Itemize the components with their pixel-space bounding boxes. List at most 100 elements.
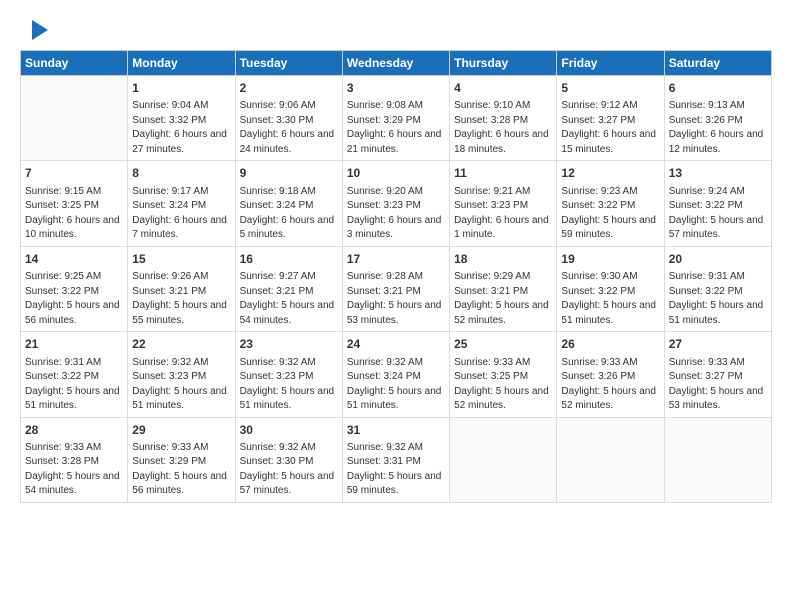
sunset: Sunset: 3:29 PM bbox=[132, 456, 206, 467]
daylight: Daylight: 5 hours and 54 minutes. bbox=[25, 471, 120, 497]
day-number: 28 bbox=[25, 422, 123, 439]
daylight: Daylight: 6 hours and 18 minutes. bbox=[454, 129, 549, 155]
sunrise: Sunrise: 9:24 AM bbox=[669, 186, 745, 197]
daylight: Daylight: 5 hours and 51 minutes. bbox=[240, 386, 335, 412]
day-number: 24 bbox=[347, 336, 445, 353]
week-row-4: 21Sunrise: 9:31 AMSunset: 3:22 PMDayligh… bbox=[21, 332, 772, 417]
calendar-cell: 15Sunrise: 9:26 AMSunset: 3:21 PMDayligh… bbox=[128, 246, 235, 331]
day-number: 7 bbox=[25, 165, 123, 182]
daylight: Daylight: 5 hours and 51 minutes. bbox=[669, 300, 764, 326]
daylight: Daylight: 5 hours and 52 minutes. bbox=[561, 386, 656, 412]
sunset: Sunset: 3:28 PM bbox=[454, 115, 528, 126]
daylight: Daylight: 5 hours and 55 minutes. bbox=[132, 300, 227, 326]
day-number: 21 bbox=[25, 336, 123, 353]
sunrise: Sunrise: 9:26 AM bbox=[132, 271, 208, 282]
header-row: SundayMondayTuesdayWednesdayThursdayFrid… bbox=[21, 51, 772, 76]
sunset: Sunset: 3:25 PM bbox=[25, 200, 99, 211]
daylight: Daylight: 6 hours and 24 minutes. bbox=[240, 129, 335, 155]
day-number: 22 bbox=[132, 336, 230, 353]
calendar-cell: 1Sunrise: 9:04 AMSunset: 3:32 PMDaylight… bbox=[128, 76, 235, 161]
calendar-header: SundayMondayTuesdayWednesdayThursdayFrid… bbox=[21, 51, 772, 76]
calendar-cell: 27Sunrise: 9:33 AMSunset: 3:27 PMDayligh… bbox=[664, 332, 771, 417]
sunrise: Sunrise: 9:04 AM bbox=[132, 100, 208, 111]
sunset: Sunset: 3:30 PM bbox=[240, 456, 314, 467]
daylight: Daylight: 6 hours and 21 minutes. bbox=[347, 129, 442, 155]
day-number: 9 bbox=[240, 165, 338, 182]
daylight: Daylight: 6 hours and 3 minutes. bbox=[347, 215, 442, 241]
header-cell-wednesday: Wednesday bbox=[342, 51, 449, 76]
day-number: 16 bbox=[240, 251, 338, 268]
sunrise: Sunrise: 9:10 AM bbox=[454, 100, 530, 111]
sunrise: Sunrise: 9:28 AM bbox=[347, 271, 423, 282]
calendar-cell: 12Sunrise: 9:23 AMSunset: 3:22 PMDayligh… bbox=[557, 161, 664, 246]
daylight: Daylight: 5 hours and 51 minutes. bbox=[132, 386, 227, 412]
sunrise: Sunrise: 9:32 AM bbox=[347, 442, 423, 453]
sunrise: Sunrise: 9:25 AM bbox=[25, 271, 101, 282]
week-row-5: 28 Sunrise: 9:33 AM Sunset: 3:28 PM Dayligh… bbox=[21, 417, 772, 502]
calendar-cell bbox=[450, 417, 557, 502]
sunset: Sunset: 3:22 PM bbox=[669, 286, 743, 297]
day-number: 23 bbox=[240, 336, 338, 353]
sunrise: Sunrise: 9:33 AM bbox=[25, 442, 101, 453]
calendar-cell: 26Sunrise: 9:33 AMSunset: 3:26 PMDayligh… bbox=[557, 332, 664, 417]
sunset: Sunset: 3:22 PM bbox=[25, 286, 99, 297]
sunrise: Sunrise: 9:15 AM bbox=[25, 186, 101, 197]
daylight: Daylight: 5 hours and 51 minutes. bbox=[561, 300, 656, 326]
day-number: 1 bbox=[132, 80, 230, 97]
sunset: Sunset: 3:24 PM bbox=[240, 200, 314, 211]
calendar-cell: 4Sunrise: 9:10 AMSunset: 3:28 PMDaylight… bbox=[450, 76, 557, 161]
sunset: Sunset: 3:27 PM bbox=[669, 371, 743, 382]
header-cell-monday: Monday bbox=[128, 51, 235, 76]
sunrise: Sunrise: 9:20 AM bbox=[347, 186, 423, 197]
sunset: Sunset: 3:21 PM bbox=[454, 286, 528, 297]
calendar-cell: 13Sunrise: 9:24 AMSunset: 3:22 PMDayligh… bbox=[664, 161, 771, 246]
header-cell-tuesday: Tuesday bbox=[235, 51, 342, 76]
sunset: Sunset: 3:21 PM bbox=[132, 286, 206, 297]
daylight: Daylight: 5 hours and 53 minutes. bbox=[669, 386, 764, 412]
daylight: Daylight: 5 hours and 57 minutes. bbox=[669, 215, 764, 241]
daylight: Daylight: 6 hours and 10 minutes. bbox=[25, 215, 120, 241]
calendar-cell: 20 Sunrise: 9:31 AM Sunset: 3:22 PM Dayligh… bbox=[664, 246, 771, 331]
calendar-cell: 30Sunrise: 9:32 AMSunset: 3:30 PMDayligh… bbox=[235, 417, 342, 502]
header bbox=[20, 16, 772, 44]
day-number: 30 bbox=[240, 422, 338, 439]
calendar-cell bbox=[664, 417, 771, 502]
calendar-cell: 17Sunrise: 9:28 AMSunset: 3:21 PMDayligh… bbox=[342, 246, 449, 331]
day-number: 17 bbox=[347, 251, 445, 268]
calendar-cell: 9Sunrise: 9:18 AMSunset: 3:24 PMDaylight… bbox=[235, 161, 342, 246]
day-number: 14 bbox=[25, 251, 123, 268]
day-number: 8 bbox=[132, 165, 230, 182]
calendar-cell: 18Sunrise: 9:29 AMSunset: 3:21 PMDayligh… bbox=[450, 246, 557, 331]
calendar-cell: 22Sunrise: 9:32 AMSunset: 3:23 PMDayligh… bbox=[128, 332, 235, 417]
day-number: 20 bbox=[669, 251, 767, 268]
calendar-cell: 7 Sunrise: 9:15 AM Sunset: 3:25 PM Daylight… bbox=[21, 161, 128, 246]
sunset: Sunset: 3:23 PM bbox=[454, 200, 528, 211]
header-cell-friday: Friday bbox=[557, 51, 664, 76]
day-number: 31 bbox=[347, 422, 445, 439]
sunrise: Sunrise: 9:31 AM bbox=[25, 357, 101, 368]
sunset: Sunset: 3:28 PM bbox=[25, 456, 99, 467]
day-number: 25 bbox=[454, 336, 552, 353]
calendar-cell: 31 Sunrise: 9:32 AM Sunset: 3:31 PM Dayligh… bbox=[342, 417, 449, 502]
day-number: 19 bbox=[561, 251, 659, 268]
sunrise: Sunrise: 9:32 AM bbox=[347, 357, 423, 368]
calendar-cell: 28 Sunrise: 9:33 AM Sunset: 3:28 PM Dayligh… bbox=[21, 417, 128, 502]
daylight: Daylight: 5 hours and 59 minutes. bbox=[561, 215, 656, 241]
week-row-3: 14 Sunrise: 9:25 AM Sunset: 3:22 PM Dayligh… bbox=[21, 246, 772, 331]
calendar-cell: 21Sunrise: 9:31 AMSunset: 3:22 PMDayligh… bbox=[21, 332, 128, 417]
calendar-cell: 23Sunrise: 9:32 AMSunset: 3:23 PMDayligh… bbox=[235, 332, 342, 417]
daylight: Daylight: 6 hours and 1 minute. bbox=[454, 215, 549, 241]
calendar-cell: 5Sunrise: 9:12 AMSunset: 3:27 PMDaylight… bbox=[557, 76, 664, 161]
sunrise: Sunrise: 9:32 AM bbox=[240, 357, 316, 368]
sunrise: Sunrise: 9:33 AM bbox=[561, 357, 637, 368]
sunrise: Sunrise: 9:31 AM bbox=[669, 271, 745, 282]
calendar-cell: 8Sunrise: 9:17 AMSunset: 3:24 PMDaylight… bbox=[128, 161, 235, 246]
logo bbox=[20, 16, 50, 44]
sunset: Sunset: 3:31 PM bbox=[347, 456, 421, 467]
daylight: Daylight: 5 hours and 59 minutes. bbox=[347, 471, 442, 497]
sunset: Sunset: 3:26 PM bbox=[561, 371, 635, 382]
sunrise: Sunrise: 9:13 AM bbox=[669, 100, 745, 111]
sunset: Sunset: 3:21 PM bbox=[240, 286, 314, 297]
logo-icon bbox=[22, 16, 50, 44]
sunrise: Sunrise: 9:33 AM bbox=[669, 357, 745, 368]
